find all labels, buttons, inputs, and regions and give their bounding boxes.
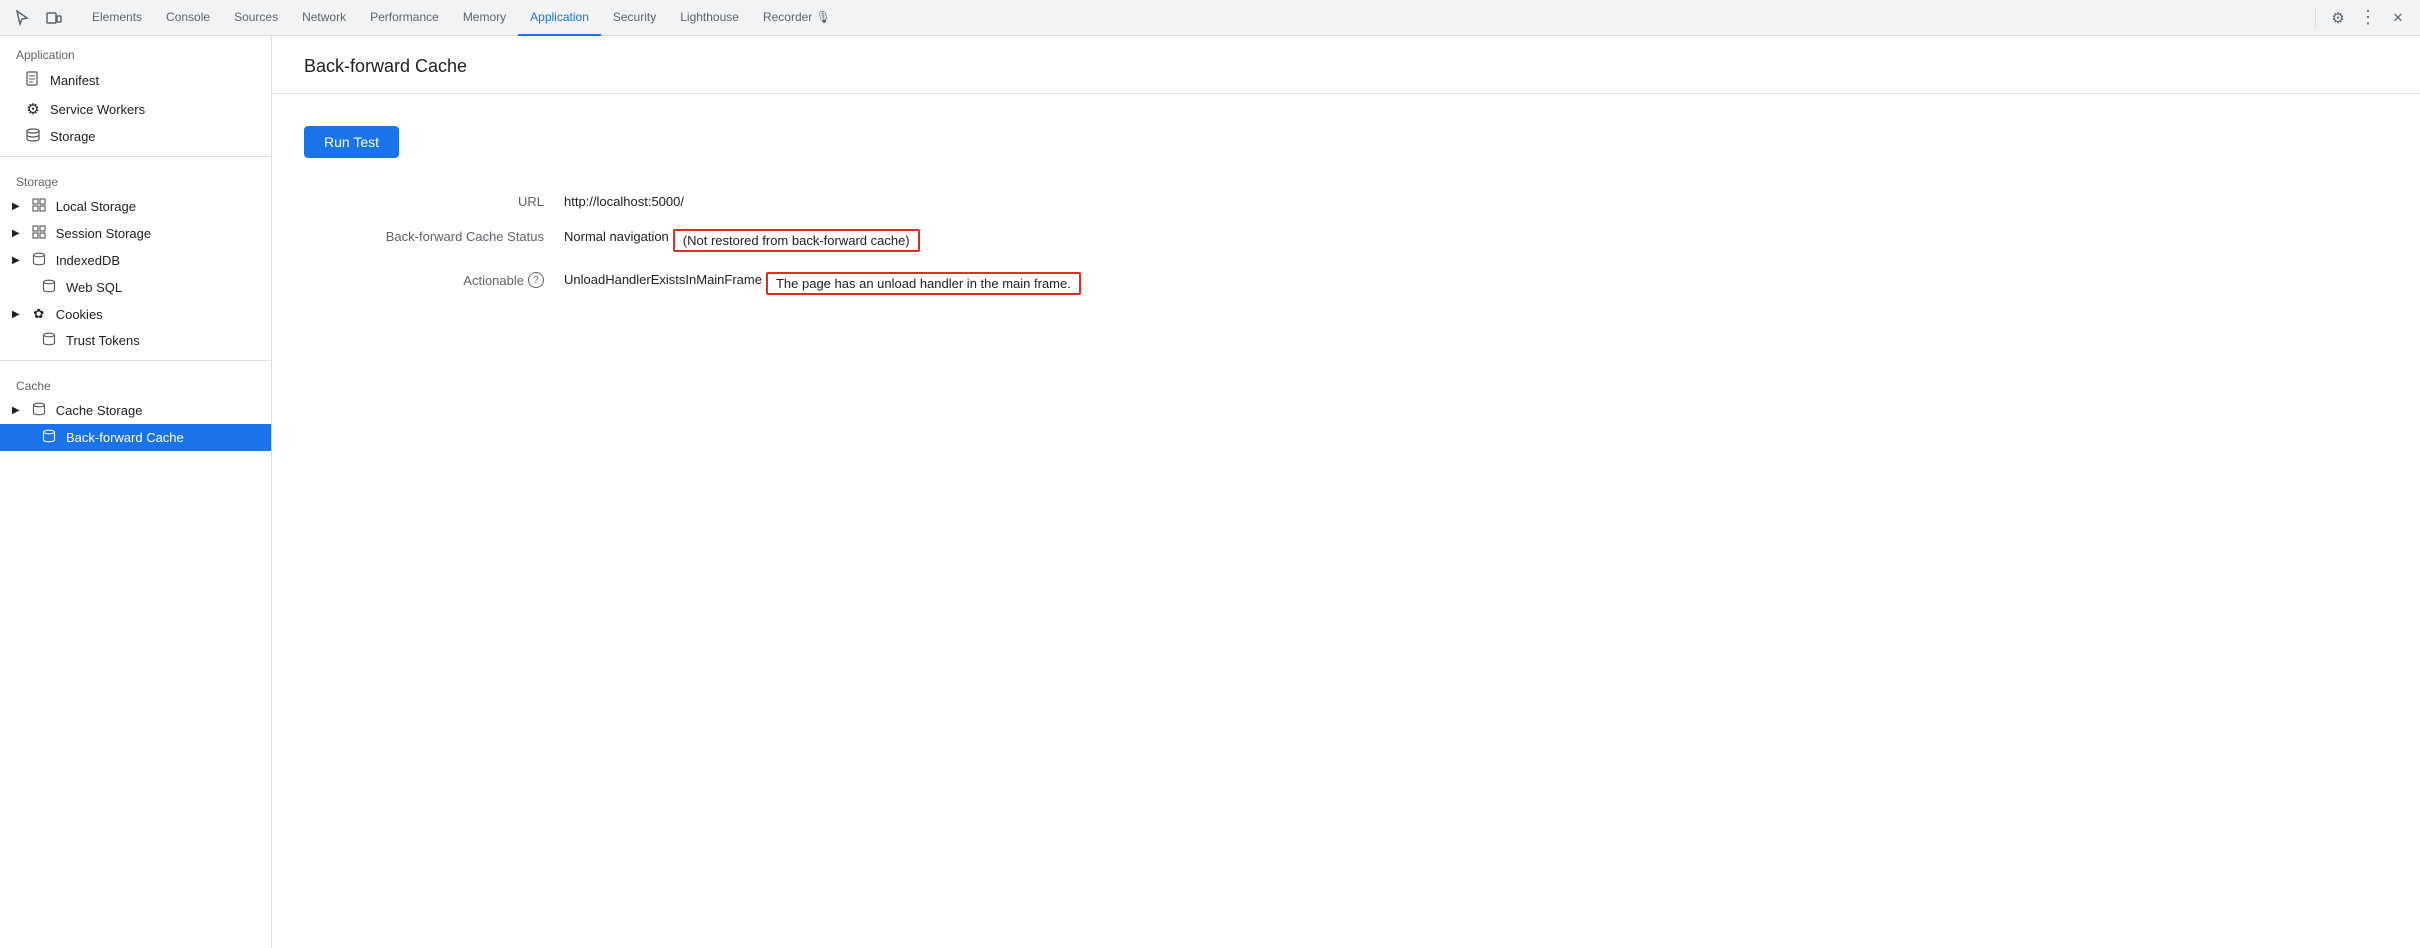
expand-icon: ▶ [12, 255, 20, 266]
cache-storage-label: Cache Storage [56, 403, 143, 418]
web-sql-icon [40, 279, 58, 296]
cursor-icon[interactable] [8, 4, 36, 32]
cache-storage-icon [30, 402, 48, 419]
run-test-button[interactable]: Run Test [304, 126, 399, 158]
bfc-label: Back-forward Cache [66, 430, 184, 445]
tab-recorder[interactable]: Recorder 🎙 [751, 0, 843, 36]
toolbar-right: ⚙ ⋮ ✕ [2309, 4, 2412, 32]
session-storage-icon [30, 225, 48, 242]
indexeddb-icon [30, 252, 48, 269]
divider-2 [0, 360, 271, 361]
indexeddb-label: IndexedDB [56, 253, 120, 268]
sidebar-item-cache-storage[interactable]: ▶ Cache Storage [0, 397, 271, 424]
status-value: Normal navigation (Not restored from bac… [564, 225, 2388, 256]
sidebar-item-trust-tokens[interactable]: Trust Tokens [0, 327, 271, 354]
storage-label: Storage [50, 129, 96, 144]
trust-tokens-label: Trust Tokens [66, 333, 140, 348]
sidebar-item-service-workers[interactable]: ⚙ Service Workers [0, 95, 271, 123]
help-icon[interactable]: ? [528, 272, 544, 288]
tab-console[interactable]: Console [154, 0, 222, 36]
expand-icon: ▶ [12, 309, 20, 320]
session-storage-label: Session Storage [56, 226, 151, 241]
sidebar-item-manifest[interactable]: Manifest [0, 66, 271, 95]
page-title: Back-forward Cache [272, 36, 2420, 94]
cookies-label: Cookies [56, 307, 103, 322]
bfc-icon [40, 429, 58, 446]
local-storage-icon [30, 198, 48, 215]
web-sql-label: Web SQL [66, 280, 122, 295]
info-grid: URL http://localhost:5000/ Back-forward … [304, 190, 2388, 299]
expand-icon: ▶ [12, 201, 20, 212]
tab-security[interactable]: Security [601, 0, 668, 36]
actionable-code: UnloadHandlerExistsInMainFrame [564, 272, 762, 287]
tab-performance[interactable]: Performance [358, 0, 451, 36]
content-area: Back-forward Cache Run Test URL http://l… [272, 36, 2420, 948]
tab-application[interactable]: Application [518, 0, 601, 36]
expand-icon: ▶ [12, 228, 20, 239]
tab-elements[interactable]: Elements [80, 0, 154, 36]
divider-1 [0, 156, 271, 157]
service-workers-label: Service Workers [50, 102, 145, 117]
devtools-icons [8, 4, 68, 32]
sidebar-item-session-storage[interactable]: ▶ Session Storage [0, 220, 271, 247]
tab-memory[interactable]: Memory [451, 0, 518, 36]
actionable-text: Actionable [463, 273, 524, 288]
manifest-icon [24, 71, 42, 90]
sidebar-item-web-sql[interactable]: Web SQL [0, 274, 271, 301]
sidebar-item-storage[interactable]: Storage [0, 123, 271, 150]
sidebar-storage-header: Storage [0, 167, 271, 193]
status-text: Normal navigation [564, 229, 669, 244]
more-icon[interactable]: ⋮ [2354, 4, 2382, 32]
trust-tokens-icon [40, 332, 58, 349]
service-workers-icon: ⚙ [24, 100, 42, 118]
url-label: URL [304, 190, 564, 213]
main-layout: Application Manifest ⚙ Service Workers S… [0, 36, 2420, 948]
tab-sources[interactable]: Sources [222, 0, 290, 36]
sidebar-cache-header: Cache [0, 371, 271, 397]
settings-icon[interactable]: ⚙ [2324, 4, 2352, 32]
expand-icon: ▶ [12, 405, 20, 416]
sidebar: Application Manifest ⚙ Service Workers S… [0, 36, 272, 948]
local-storage-label: Local Storage [56, 199, 136, 214]
tab-bar: Elements Console Sources Network Perform… [0, 0, 2420, 36]
manifest-label: Manifest [50, 73, 99, 88]
actionable-value: UnloadHandlerExistsInMainFrame The page … [564, 268, 2388, 299]
storage-icon [24, 128, 42, 145]
status-highlight: (Not restored from back-forward cache) [673, 229, 920, 252]
close-icon[interactable]: ✕ [2384, 4, 2412, 32]
actionable-highlight: The page has an unload handler in the ma… [766, 272, 1081, 295]
url-value: http://localhost:5000/ [564, 190, 2388, 213]
sidebar-item-indexeddb[interactable]: ▶ IndexedDB [0, 247, 271, 274]
content-body: Run Test URL http://localhost:5000/ Back… [272, 94, 2420, 331]
cookies-icon: ✿ [30, 306, 48, 322]
sidebar-item-back-forward-cache[interactable]: Back-forward Cache [0, 424, 271, 451]
tab-network[interactable]: Network [290, 0, 358, 36]
sidebar-item-cookies[interactable]: ▶ ✿ Cookies [0, 301, 271, 327]
divider [2315, 8, 2316, 28]
actionable-label: Actionable ? [304, 268, 564, 292]
device-icon[interactable] [40, 4, 68, 32]
sidebar-item-local-storage[interactable]: ▶ Local Storage [0, 193, 271, 220]
sidebar-application-header: Application [0, 40, 271, 66]
tab-lighthouse[interactable]: Lighthouse [668, 0, 751, 36]
status-label: Back-forward Cache Status [304, 225, 564, 248]
